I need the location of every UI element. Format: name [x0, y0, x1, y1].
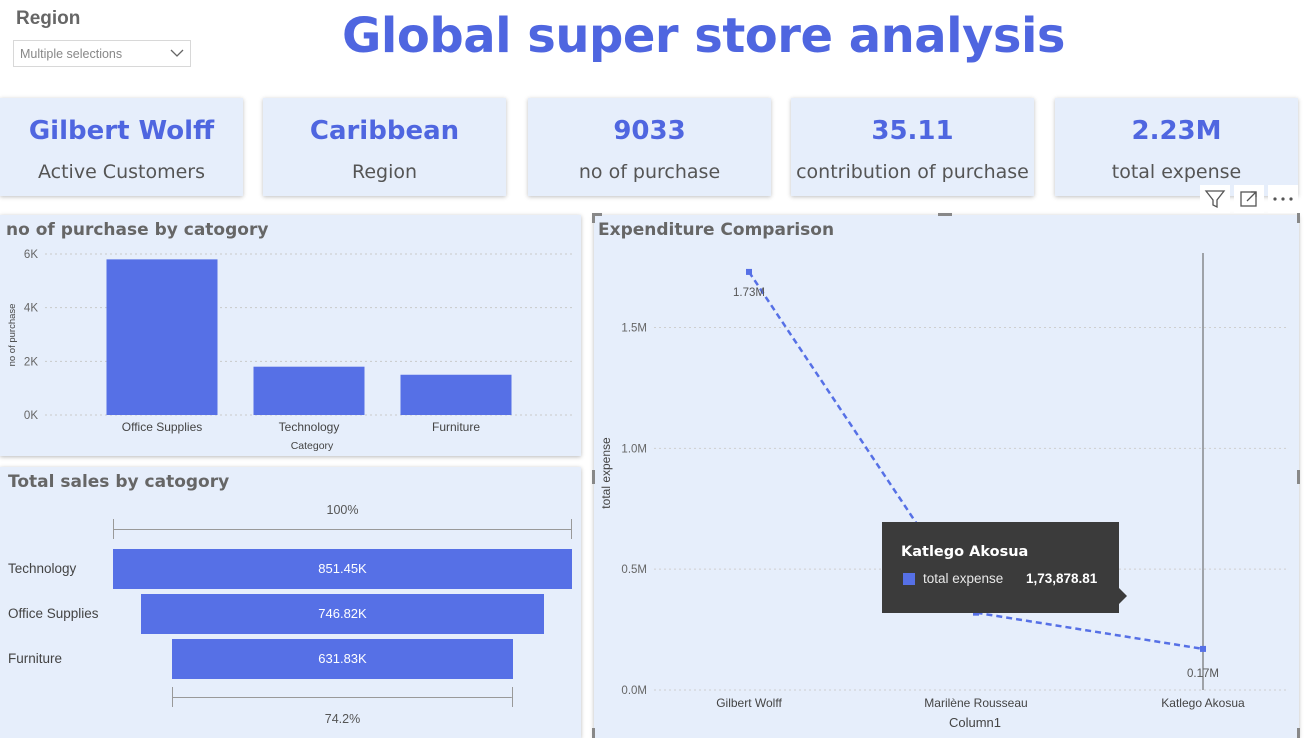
x-tick-label: Office Supplies — [122, 420, 203, 434]
tooltip-value: 1,73,878.81 — [1026, 571, 1098, 586]
kpi-card-no-of-purchase[interactable]: 9033 no of purchase — [528, 98, 771, 196]
y-tick-label: 0.5M — [621, 564, 647, 576]
bar — [400, 374, 512, 415]
bar — [106, 259, 218, 415]
region-slicer-title: Region — [16, 8, 81, 29]
funnel-bottom-bracket — [172, 687, 513, 707]
tooltip-legend-swatch — [903, 573, 915, 585]
y-tick-label: 1.0M — [621, 443, 647, 455]
kpi-value: 2.23M — [1131, 116, 1222, 146]
line-chart-plot: 0.0M 0.5M 1.0M 1.5M 1.73M Gilbert Wolff Marilè… — [599, 253, 1289, 730]
filter-icon — [1204, 190, 1226, 209]
more-options-icon — [1273, 197, 1293, 201]
x-axis-label: Category — [291, 440, 334, 452]
funnel-bottom-pct-label: 74.2% — [324, 712, 361, 726]
chart-tooltip: Katlego Akosua total expense 1,73,878.81 — [882, 522, 1127, 613]
funnel-bar[interactable]: 851.45K — [113, 549, 572, 589]
tooltip-arrow — [1119, 588, 1127, 604]
x-axis-label: Column1 — [949, 715, 1001, 730]
funnel-bar[interactable]: 631.83K — [172, 639, 513, 679]
y-tick-label: 0K — [24, 410, 38, 422]
funnel-plot: 100% 851.45K Technology 746.82K Office Suppl… — [0, 467, 581, 738]
funnel-category-label: Furniture — [8, 651, 63, 666]
kpi-card-active-customers[interactable]: Gilbert Wolff Active Customers — [0, 98, 243, 196]
page-title: Global super store analysis — [342, 8, 1066, 64]
tooltip-title: Katlego Akosua — [901, 544, 1029, 560]
funnel-value-label: 851.45K — [318, 561, 367, 576]
funnel-top-pct-label: 100% — [326, 503, 359, 517]
y-axis-label: total expense — [599, 437, 613, 509]
region-slicer-dropdown[interactable]: Multiple selections — [13, 40, 191, 67]
kpi-card-total-expense[interactable]: 2.23M total expense — [1055, 98, 1298, 196]
resize-handle-top[interactable] — [938, 213, 952, 216]
y-tick-label: 2K — [24, 356, 38, 368]
kpi-value: Caribbean — [309, 116, 460, 146]
funnel-value-label: 631.83K — [318, 651, 367, 666]
data-label: 0.17M — [1187, 668, 1219, 680]
x-tick-label: Technology — [279, 420, 340, 434]
resize-handle-left[interactable] — [592, 470, 595, 484]
y-axis-label: no of purchase — [7, 304, 18, 367]
kpi-value: 35.11 — [871, 116, 954, 146]
resize-handle-right[interactable] — [1297, 470, 1300, 484]
filter-button[interactable] — [1200, 185, 1230, 213]
funnel-value-label: 746.82K — [318, 606, 367, 621]
y-tick-label: 4K — [24, 303, 38, 315]
kpi-label: no of purchase — [578, 161, 721, 183]
kpi-label: Active Customers — [37, 161, 205, 183]
funnel-category-label: Office Supplies — [8, 606, 99, 621]
x-tick-label: Katlego Akosua — [1161, 696, 1245, 710]
purchase-by-category-chart[interactable]: no of purchase by catogory 0K 2K 4K 6K Offic… — [0, 215, 581, 456]
focus-mode-button[interactable] — [1234, 185, 1264, 213]
kpi-value: 9033 — [613, 116, 686, 146]
kpi-value: Gilbert Wolff — [28, 116, 215, 146]
expenditure-comparison-chart[interactable]: Expenditure Comparison 0.0M 0.5M 1.0M 1.5M 1… — [594, 215, 1299, 738]
y-tick-label: 1.5M — [621, 323, 647, 335]
bar-chart-plot: 0K 2K 4K 6K Office Supplies Technology Furnitu… — [7, 249, 575, 452]
kpi-card-region[interactable]: Caribbean Region — [263, 98, 506, 196]
kpi-label: contribution of purchase — [796, 161, 1029, 183]
sales-by-category-funnel[interactable]: Total sales by catogory 100% 851.45K Techn… — [0, 467, 581, 738]
funnel-category-label: Technology — [8, 561, 77, 576]
kpi-card-contribution[interactable]: 35.11 contribution of purchase — [791, 98, 1034, 196]
data-point — [746, 268, 752, 275]
bar — [253, 366, 365, 415]
focus-mode-icon — [1240, 191, 1257, 207]
resize-handle-bottom-left[interactable] — [592, 728, 595, 738]
kpi-label: total expense — [1111, 161, 1242, 183]
resize-handle-bottom-right[interactable] — [1297, 728, 1300, 738]
funnel-bar[interactable]: 746.82K — [141, 594, 544, 634]
y-tick-label: 6K — [24, 249, 38, 261]
region-slicer-value: Multiple selections — [20, 47, 123, 61]
chevron-down-icon — [170, 49, 184, 57]
tooltip-label: total expense — [923, 571, 1004, 586]
data-label: 1.73M — [733, 287, 765, 299]
x-tick-label: Furniture — [432, 420, 480, 434]
resize-handle-top-right[interactable] — [1297, 213, 1300, 223]
x-tick-label: Marilène Rousseau — [924, 696, 1027, 710]
resize-handle-top-left-v[interactable] — [592, 213, 595, 223]
y-tick-label: 0.0M — [621, 685, 647, 697]
x-tick-label: Gilbert Wolff — [716, 696, 782, 710]
kpi-label: Region — [351, 161, 418, 183]
data-point — [1200, 645, 1206, 652]
more-options-button[interactable] — [1268, 185, 1298, 213]
funnel-top-bracket — [113, 519, 572, 539]
